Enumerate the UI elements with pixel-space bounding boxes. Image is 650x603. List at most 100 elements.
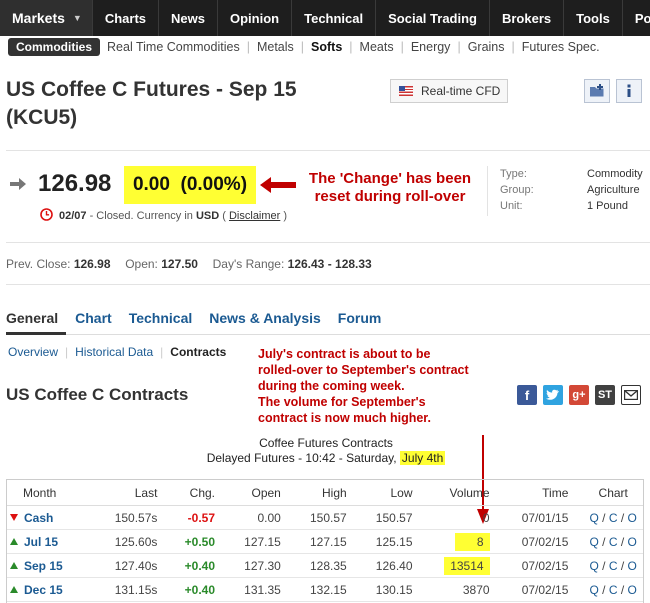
row-volume: 0 bbox=[426, 505, 504, 530]
row-high: 132.15 bbox=[294, 577, 361, 602]
real-time-cfd-button[interactable]: Real-time CFD bbox=[390, 79, 508, 103]
nav-markets[interactable]: Markets ▼ bbox=[0, 0, 92, 36]
prev-close-value: 126.98 bbox=[73, 257, 111, 271]
row-chart-links: Q / C / O bbox=[582, 505, 644, 530]
twitter-icon[interactable] bbox=[543, 385, 563, 405]
options-link[interactable]: O bbox=[628, 583, 637, 597]
subtab-contracts[interactable]: Contracts bbox=[170, 345, 226, 359]
contract-annotation-line: contract is now much higher. bbox=[258, 411, 431, 425]
subtab-historical-data[interactable]: Historical Data bbox=[75, 345, 153, 359]
row-high: 150.57 bbox=[294, 505, 361, 530]
table-row: Sep 15 127.40s +0.40 127.30 128.35 126.4… bbox=[6, 553, 644, 578]
tab-technical[interactable]: Technical bbox=[129, 310, 193, 332]
table-subcaption-date: July 4th bbox=[399, 451, 446, 465]
row-volume-value: 3870 bbox=[462, 582, 490, 597]
options-link[interactable]: O bbox=[628, 535, 637, 549]
nav-brokers[interactable]: Brokers bbox=[488, 0, 563, 36]
envelope-shape bbox=[624, 390, 638, 400]
row-low: 125.15 bbox=[360, 529, 427, 554]
facebook-icon[interactable]: f bbox=[517, 385, 537, 405]
col-time[interactable]: Time bbox=[503, 479, 583, 506]
info-group-label: Group: bbox=[500, 184, 534, 196]
tab-forum[interactable]: Forum bbox=[338, 310, 382, 332]
col-high[interactable]: High bbox=[294, 479, 361, 506]
options-link[interactable]: O bbox=[628, 559, 637, 573]
nav-technical[interactable]: Technical bbox=[291, 0, 375, 36]
quote-link[interactable]: Q bbox=[590, 535, 599, 549]
arrow-right-icon bbox=[10, 178, 26, 190]
row-open: 127.15 bbox=[229, 529, 295, 554]
chart-link[interactable]: C bbox=[609, 511, 618, 525]
nav-portfolio[interactable]: Por bbox=[621, 0, 650, 36]
row-month[interactable]: Dec 15 bbox=[6, 577, 98, 602]
subnav-commodities[interactable]: Commodities bbox=[8, 38, 101, 56]
col-chart[interactable]: Chart bbox=[582, 479, 644, 506]
row-open: 127.30 bbox=[229, 553, 295, 578]
quote-link[interactable]: Q bbox=[590, 583, 599, 597]
subnav-grains[interactable]: Grains bbox=[461, 40, 512, 54]
tab-general[interactable]: General bbox=[6, 310, 58, 332]
nav-opinion[interactable]: Opinion bbox=[217, 0, 291, 36]
row-chg: +0.40 bbox=[171, 577, 230, 602]
col-last[interactable]: Last bbox=[97, 479, 172, 506]
row-month[interactable]: Cash bbox=[6, 505, 98, 530]
row-month[interactable]: Jul 15 bbox=[6, 529, 98, 554]
subtab-overview[interactable]: Overview bbox=[8, 345, 58, 359]
subtab-separator: | bbox=[65, 345, 69, 359]
row-month-label[interactable]: Dec 15 bbox=[24, 583, 63, 597]
row-low: 150.57 bbox=[360, 505, 427, 530]
subnav-softs[interactable]: Softs bbox=[304, 40, 349, 54]
open-label: Open: bbox=[125, 257, 158, 271]
nav-news[interactable]: News bbox=[158, 0, 217, 36]
row-volume-value: 8 bbox=[454, 532, 490, 551]
tab-news-analysis[interactable]: News & Analysis bbox=[209, 310, 321, 332]
nav-social-trading[interactable]: Social Trading bbox=[375, 0, 489, 36]
subnav-meats[interactable]: Meats bbox=[353, 40, 401, 54]
col-month[interactable]: Month bbox=[6, 479, 98, 506]
nav-tools[interactable]: Tools bbox=[563, 0, 622, 36]
row-volume: 8 bbox=[426, 529, 504, 554]
row-volume: 13514 bbox=[426, 553, 504, 578]
info-unit-value: 1 Pound bbox=[587, 200, 628, 212]
divider bbox=[6, 150, 650, 151]
tab-chart[interactable]: Chart bbox=[75, 310, 112, 332]
chart-link[interactable]: C bbox=[609, 559, 618, 573]
table-subcaption: Delayed Futures - 10:42 - Saturday, July… bbox=[6, 451, 646, 465]
add-to-portfolio-button[interactable] bbox=[584, 79, 610, 103]
col-low[interactable]: Low bbox=[360, 479, 427, 506]
divider bbox=[6, 242, 650, 243]
row-chart-links: Q / C / O bbox=[582, 577, 644, 602]
chart-link[interactable]: C bbox=[609, 583, 618, 597]
up-arrow-icon bbox=[10, 537, 18, 545]
status-time: 02/07 bbox=[59, 210, 87, 222]
quote-link[interactable]: Q bbox=[590, 559, 599, 573]
real-time-cfd-label: Real-time CFD bbox=[421, 84, 501, 98]
row-month-label[interactable]: Cash bbox=[24, 511, 53, 525]
stocktwits-icon[interactable]: ST bbox=[595, 385, 615, 405]
price-stats: Prev. Close: 126.98 Open: 127.50 Day's R… bbox=[6, 257, 372, 271]
col-chg[interactable]: Chg. bbox=[171, 479, 230, 506]
options-link[interactable]: O bbox=[628, 511, 637, 525]
clock-icon bbox=[40, 208, 53, 221]
row-month[interactable]: Sep 15 bbox=[6, 553, 98, 578]
email-icon[interactable] bbox=[621, 385, 641, 405]
change-annotation: The 'Change' has been reset during roll-… bbox=[308, 170, 472, 205]
chart-link[interactable]: C bbox=[609, 535, 618, 549]
row-time: 07/02/15 bbox=[503, 577, 583, 602]
info-button[interactable] bbox=[616, 79, 642, 103]
chevron-down-icon: ▼ bbox=[72, 13, 82, 23]
disclaimer-link[interactable]: Disclaimer bbox=[229, 210, 280, 222]
col-volume[interactable]: Volume bbox=[426, 479, 504, 506]
quote-link[interactable]: Q bbox=[590, 511, 599, 525]
contract-annotation: July's contract is about to be rolled-ov… bbox=[258, 346, 498, 426]
subnav-futures-spec[interactable]: Futures Spec. bbox=[515, 40, 607, 54]
nav-charts[interactable]: Charts bbox=[91, 0, 158, 36]
row-month-label[interactable]: Sep 15 bbox=[24, 559, 63, 573]
subnav-real-time-commodities[interactable]: Real Time Commodities bbox=[100, 40, 247, 54]
contract-annotation-line: during the coming week. bbox=[258, 379, 405, 393]
row-month-label[interactable]: Jul 15 bbox=[24, 535, 58, 549]
col-open[interactable]: Open bbox=[229, 479, 295, 506]
google-plus-icon[interactable]: g+ bbox=[569, 385, 589, 405]
subnav-metals[interactable]: Metals bbox=[250, 40, 301, 54]
subnav-energy[interactable]: Energy bbox=[404, 40, 458, 54]
